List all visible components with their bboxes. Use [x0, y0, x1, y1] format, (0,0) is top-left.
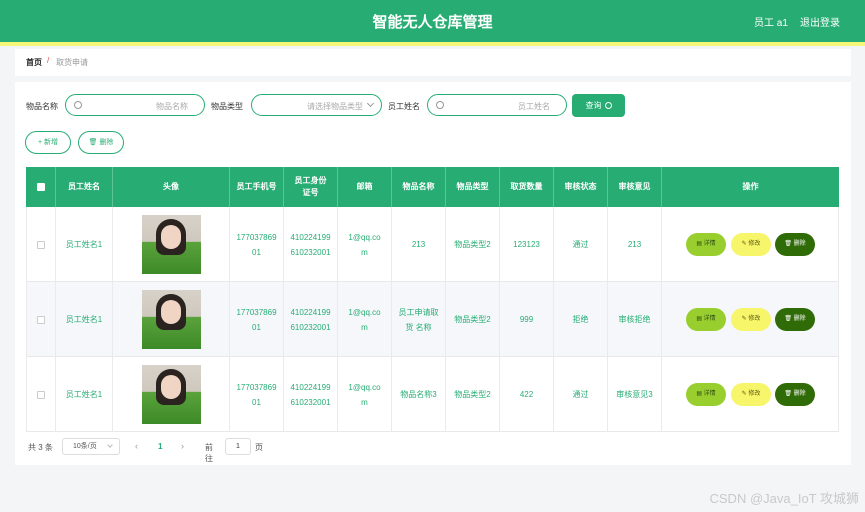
breadcrumb-home[interactable]: 首页	[26, 57, 42, 68]
breadcrumb-current: 取货申请	[56, 58, 88, 67]
table-row: 员工姓名1 17703786901 410224199610232001 1@q…	[26, 282, 839, 357]
current-user: 员工 a1	[754, 18, 788, 29]
detail-button[interactable]: ▤ 详情	[686, 383, 726, 406]
next-page-button[interactable]: ›	[181, 441, 184, 451]
detail-button[interactable]: ▤ 详情	[686, 308, 726, 331]
page-unit-label: 页	[255, 443, 263, 452]
header-accent-strip	[0, 42, 865, 46]
item-name-label: 物品名称	[26, 102, 58, 111]
avatar	[141, 215, 201, 274]
staff-name-label: 员工姓名	[388, 102, 420, 111]
cell-item-type: 物品类型2	[446, 282, 500, 357]
edit-button[interactable]: ✎ 修改	[731, 383, 771, 406]
page-size-select[interactable]: 10条/页	[62, 438, 120, 455]
cell-name: 员工姓名1	[56, 207, 113, 282]
table-row: 员工姓名1 17703786901 410224199610232001 1@q…	[26, 357, 839, 432]
cell-phone: 17703786901	[230, 207, 284, 282]
watermark: CSDN @Java_IoT 攻城狮	[709, 491, 860, 506]
header-status: 审核状态	[554, 167, 608, 207]
cell-id-card: 410224199610232001	[284, 207, 338, 282]
cell-email: 1@qq.com	[338, 282, 392, 357]
header-quantity: 取货数量	[500, 167, 554, 207]
item-name-input[interactable]: 物品名称	[65, 94, 205, 116]
cell-quantity: 422	[500, 357, 554, 432]
breadcrumb-separator: /	[47, 56, 50, 65]
cell-status: 通过	[554, 207, 608, 282]
breadcrumb: 首页 / 取货申请	[15, 49, 851, 76]
cell-item-type: 物品类型2	[446, 207, 500, 282]
edit-button[interactable]: ✎ 修改	[731, 308, 771, 331]
cell-email: 1@qq.com	[338, 207, 392, 282]
header-actions: 操作	[742, 182, 759, 191]
staff-name-input[interactable]: 员工姓名	[427, 94, 567, 116]
cell-phone: 17703786901	[230, 357, 284, 432]
cell-status: 拒绝	[554, 282, 608, 357]
cell-phone: 17703786901	[230, 282, 284, 357]
cell-opinion: 审核意见3	[608, 357, 662, 432]
delete-button[interactable]: 🗑 删除	[775, 383, 815, 406]
cell-name: 员工姓名1	[56, 282, 113, 357]
logout-link[interactable]: 退出登录	[800, 14, 840, 29]
cell-avatar	[113, 357, 230, 432]
header-checkbox-cell	[26, 167, 56, 207]
header-id-card: 员工身份证号	[284, 167, 338, 207]
cell-item-name: 物品名称3	[392, 357, 446, 432]
pagination-total: 共 3 条	[28, 443, 53, 452]
search-icon	[74, 101, 82, 109]
cell-actions: ▤ 详情 ✎ 修改 🗑 删除	[662, 282, 839, 357]
prev-page-button[interactable]: ‹	[135, 441, 138, 451]
header-avatar: 头像	[113, 167, 230, 207]
row-checkbox[interactable]	[37, 240, 45, 249]
edit-button[interactable]: ✎ 修改	[731, 233, 771, 256]
cell-id-card: 410224199610232001	[284, 282, 338, 357]
cell-quantity: 123123	[500, 207, 554, 282]
add-button[interactable]: + 新增	[25, 131, 71, 154]
row-checkbox[interactable]	[37, 315, 45, 324]
cell-quantity: 999	[500, 282, 554, 357]
cell-actions: ▤ 详情 ✎ 修改 🗑 删除	[662, 207, 839, 282]
row-checkbox[interactable]	[37, 390, 45, 399]
cell-item-type: 物品类型2	[446, 357, 500, 432]
app-title: 智能无人仓库管理	[372, 14, 493, 31]
detail-button[interactable]: ▤ 详情	[686, 233, 726, 256]
item-type-label: 物品类型	[211, 102, 243, 111]
cell-name: 员工姓名1	[56, 357, 113, 432]
batch-delete-button[interactable]: 🗑 删除	[78, 131, 124, 154]
avatar	[141, 365, 201, 424]
cell-opinion: 213	[608, 207, 662, 282]
cell-opinion: 审核拒绝	[608, 282, 662, 357]
item-type-select[interactable]: 请选择物品类型	[251, 94, 382, 116]
top-header: 智能无人仓库管理 员工 a1 退出登录	[0, 0, 865, 42]
search-icon	[436, 101, 444, 109]
cell-actions: ▤ 详情 ✎ 修改 🗑 删除	[662, 357, 839, 432]
query-button[interactable]: 查询	[572, 94, 625, 117]
cell-item-name: 213	[392, 207, 446, 282]
delete-button[interactable]: 🗑 删除	[775, 308, 815, 331]
header-email: 邮箱	[338, 167, 392, 207]
header-phone: 员工手机号	[230, 167, 284, 207]
avatar	[141, 290, 201, 349]
chevron-down-icon	[107, 442, 113, 448]
delete-button[interactable]: 🗑 删除	[775, 233, 815, 256]
table-header: 员工姓名 头像 员工手机号 员工身份证号 邮箱 物品名称 物品类型 取货数量 审…	[26, 167, 839, 207]
cell-avatar	[113, 282, 230, 357]
header-item-type: 物品类型	[446, 167, 500, 207]
goto-page-input[interactable]: 1	[225, 438, 251, 455]
chevron-down-icon	[366, 99, 375, 108]
header-opinion: 审核意见	[608, 167, 662, 207]
header-name: 员工姓名	[56, 167, 113, 207]
search-icon	[604, 102, 612, 109]
cell-item-name: 员工申请取货 名称	[392, 282, 446, 357]
table-row: 员工姓名1 17703786901 410224199610232001 1@q…	[26, 207, 839, 282]
cell-id-card: 410224199610232001	[284, 357, 338, 432]
page-number[interactable]: 1	[158, 442, 162, 451]
cell-status: 通过	[554, 357, 608, 432]
select-all-checkbox[interactable]	[36, 183, 45, 191]
cell-email: 1@qq.com	[338, 357, 392, 432]
cell-avatar	[113, 207, 230, 282]
header-item-name: 物品名称	[392, 167, 446, 207]
goto-label: 前往	[205, 443, 213, 463]
